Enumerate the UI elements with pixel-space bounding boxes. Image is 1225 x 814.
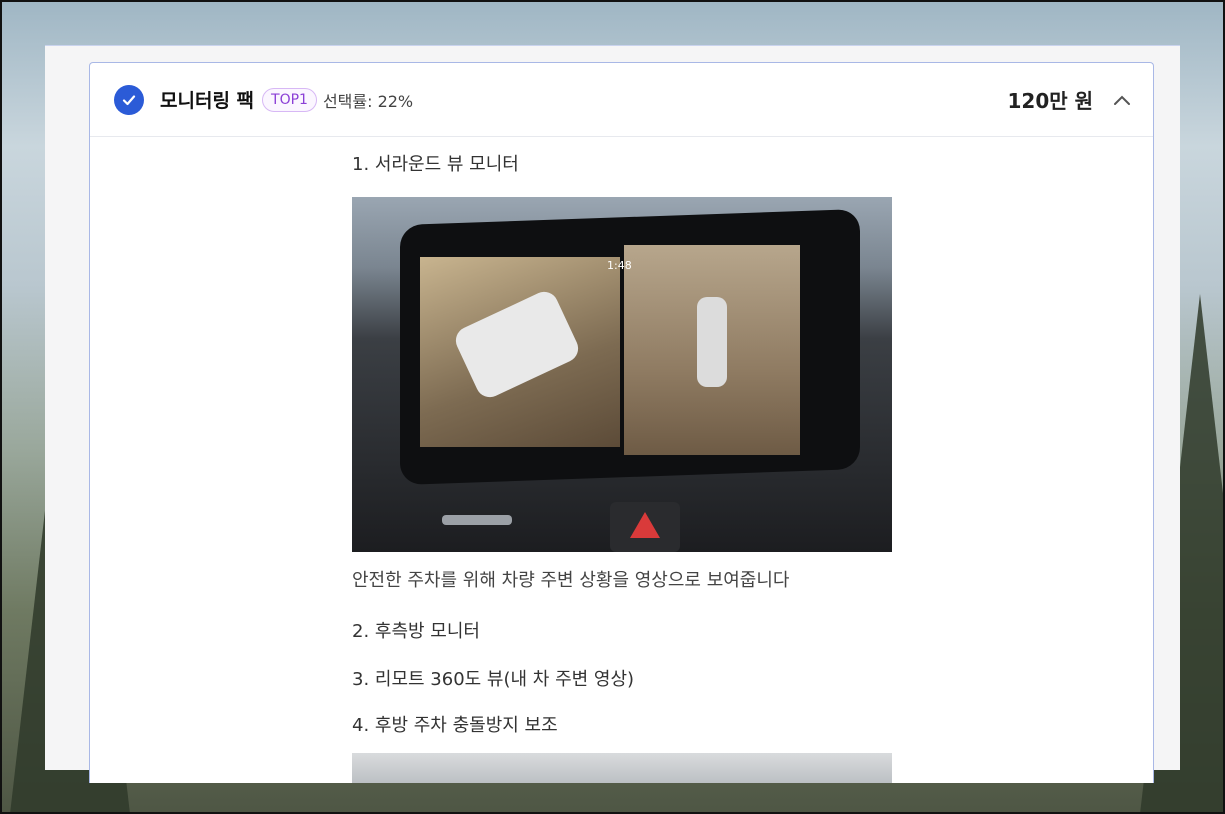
- selection-rate: 선택률: 22%: [322, 91, 414, 111]
- chevron-up-icon[interactable]: [1111, 89, 1133, 111]
- screen-time: 1:48: [607, 259, 632, 272]
- feature-description: 안전한 주차를 위해 차량 주변 상황을 영상으로 보여줍니다: [352, 570, 790, 591]
- feature-item: 3. 리모트 360도 뷰(내 차 주변 영상): [352, 669, 635, 690]
- option-card: 모니터링 팩 TOP1 선택률: 22% 120만 원 1. 서라운드 뷰 모니…: [89, 62, 1154, 783]
- hazard-button-graphic: [610, 502, 680, 552]
- option-details: 1. 서라운드 뷰 모니터: [352, 153, 892, 177]
- option-panel: 모니터링 팩 TOP1 선택률: 22% 120만 원 1. 서라운드 뷰 모니…: [45, 45, 1180, 783]
- feature-image-partial: [352, 753, 892, 783]
- option-price: 120만 원: [1007, 89, 1093, 113]
- check-circle-icon[interactable]: [114, 84, 144, 115]
- option-header[interactable]: 모니터링 팩 TOP1 선택률: 22% 120만 원: [90, 63, 1153, 137]
- feature-item: 2. 후측방 모니터: [352, 621, 480, 642]
- rank-badge: TOP1: [262, 87, 317, 112]
- feature-item: 4. 후방 주차 충돌방지 보조: [352, 715, 558, 736]
- surround-view-image: 1:48: [352, 197, 892, 552]
- feature-item: 1. 서라운드 뷰 모니터: [352, 154, 519, 175]
- option-title: 모니터링 팩: [160, 90, 255, 112]
